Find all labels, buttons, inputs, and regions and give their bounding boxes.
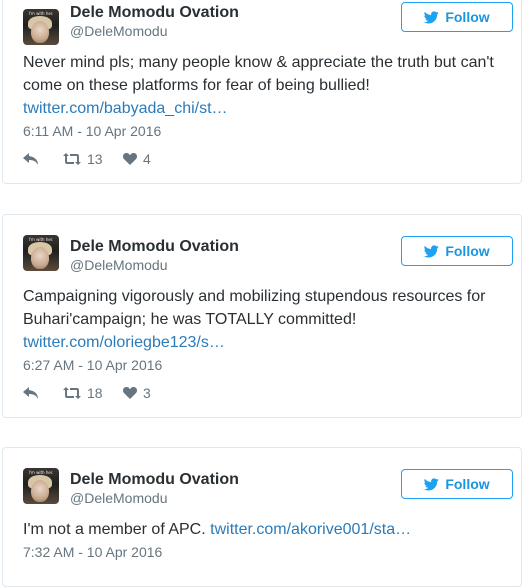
author-name[interactable]: Dele Momodu Ovation <box>70 2 239 24</box>
author-handle[interactable]: @DeleMomodu <box>70 256 167 274</box>
avatar[interactable]: I'm with her. <box>23 468 59 504</box>
tweet-text-block: I'm not a member of APC. twitter.com/ako… <box>23 518 513 541</box>
reply-button[interactable] <box>23 387 63 399</box>
tweet-timestamp[interactable]: 6:11 AM - 10 Apr 2016 <box>23 122 161 140</box>
author-handle[interactable]: @DeleMomodu <box>70 489 167 507</box>
avatar-caption: I'm with her. <box>28 470 54 475</box>
follow-label: Follow <box>445 476 490 492</box>
follow-button[interactable]: Follow <box>401 2 513 32</box>
heart-icon <box>123 153 137 165</box>
tweet-card: I'm with her. Dele Momodu Ovation @DeleM… <box>2 447 522 587</box>
heart-icon <box>123 387 137 399</box>
tweet-link[interactable]: twitter.com/akorive001/sta… <box>210 521 411 538</box>
retweet-button[interactable]: 18 <box>63 385 123 401</box>
twitter-bird-icon <box>424 244 440 257</box>
avatar-face <box>31 247 49 269</box>
like-button[interactable]: 4 <box>123 151 151 167</box>
tweet-text-block: Campaigning vigorously and mobilizing st… <box>23 285 513 354</box>
like-button[interactable]: 3 <box>123 385 151 401</box>
follow-button[interactable]: Follow <box>401 469 513 499</box>
avatar-caption: I'm with her. <box>28 237 54 242</box>
follow-label: Follow <box>445 9 490 25</box>
tweet-actions: 13 4 <box>23 150 151 168</box>
retweet-icon <box>63 387 81 399</box>
avatar[interactable]: I'm with her. <box>23 235 59 271</box>
author-name[interactable]: Dele Momodu Ovation <box>70 236 239 258</box>
tweet-link[interactable]: twitter.com/babyada_chi/st… <box>23 100 228 117</box>
avatar-face <box>31 21 49 43</box>
twitter-bird-icon <box>424 477 440 490</box>
tweet-actions: 18 3 <box>23 384 151 402</box>
tweet-timestamp[interactable]: 6:27 AM - 10 Apr 2016 <box>23 356 162 374</box>
retweet-button[interactable]: 13 <box>63 151 123 167</box>
reply-icon <box>23 387 38 399</box>
tweet-text: I'm not a member of APC. <box>23 521 206 538</box>
avatar-face <box>31 480 49 502</box>
author-handle[interactable]: @DeleMomodu <box>70 22 167 40</box>
avatar[interactable]: I'm with her. <box>23 9 59 45</box>
reply-icon <box>23 153 38 165</box>
tweet-card: I'm with her. Dele Momodu Ovation @DeleM… <box>2 0 522 184</box>
tweet-text-block: Never mind pls; many people know & appre… <box>23 51 513 120</box>
like-count: 4 <box>143 151 151 167</box>
follow-label: Follow <box>445 243 490 259</box>
retweet-icon <box>63 153 81 165</box>
retweet-count: 18 <box>87 385 103 401</box>
reply-button[interactable] <box>23 153 63 165</box>
like-count: 3 <box>143 385 151 401</box>
tweet-text: Campaigning vigorously and mobilizing st… <box>23 288 486 328</box>
twitter-bird-icon <box>424 10 440 23</box>
avatar-caption: I'm with her. <box>28 11 54 16</box>
retweet-count: 13 <box>87 151 103 167</box>
tweet-link[interactable]: twitter.com/oloriegbe123/s… <box>23 334 225 351</box>
tweet-card: I'm with her. Dele Momodu Ovation @DeleM… <box>2 214 522 418</box>
tweet-timestamp[interactable]: 7:32 AM - 10 Apr 2016 <box>23 543 162 561</box>
follow-button[interactable]: Follow <box>401 236 513 266</box>
author-name[interactable]: Dele Momodu Ovation <box>70 469 239 491</box>
tweet-text: Never mind pls; many people know & appre… <box>23 54 494 94</box>
